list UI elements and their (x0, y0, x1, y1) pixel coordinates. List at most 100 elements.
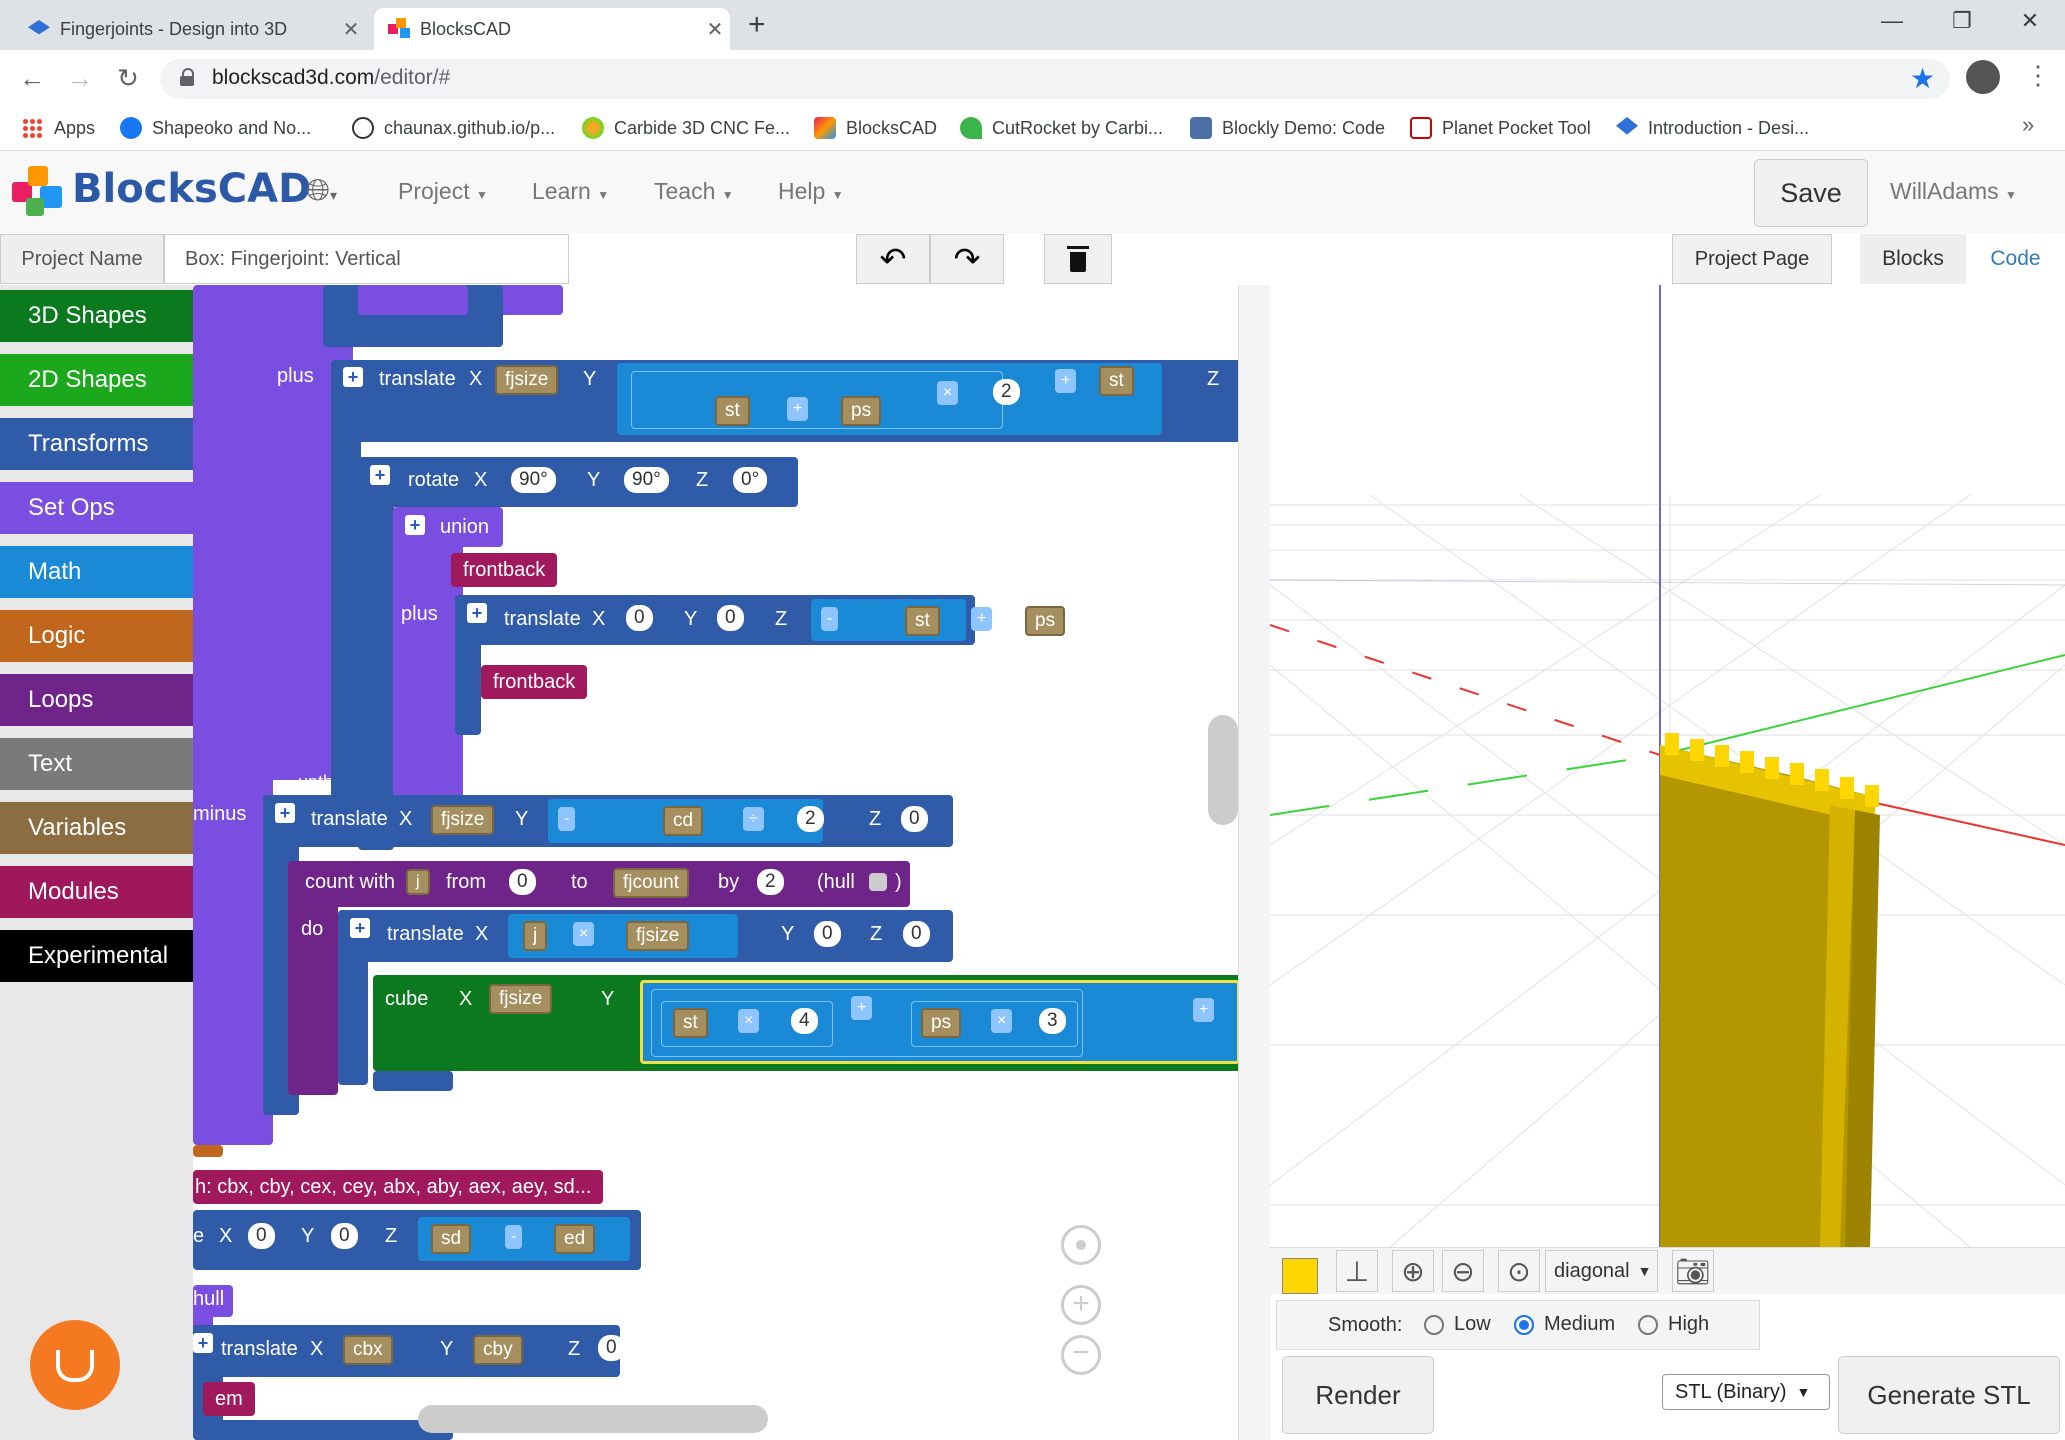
hull-checkbox[interactable] (869, 873, 887, 891)
expand-plus-icon[interactable]: + (350, 918, 370, 938)
operator-dropdown[interactable]: × (937, 381, 959, 405)
module-call-block[interactable]: em (203, 1382, 255, 1416)
number-field[interactable]: 90° (624, 467, 669, 493)
vertical-scrollbar[interactable] (1208, 715, 1238, 825)
variable-st[interactable]: st (715, 396, 750, 426)
bookmark-blockly[interactable]: Blockly Demo: Code (1190, 114, 1385, 142)
blockly-workspace[interactable]: plus upth + translate X fjsize Y st + ps… (193, 285, 1238, 1440)
variable-j[interactable]: j (406, 869, 430, 895)
browser-tab-fingerjoints[interactable]: Fingerjoints - Design into 3D ✕ (14, 8, 366, 50)
toolbox-category-modules[interactable]: Modules (0, 866, 193, 924)
variable-ed[interactable]: ed (554, 1224, 596, 1254)
avatar[interactable] (1966, 60, 2000, 94)
number-field[interactable]: 3 (1039, 1008, 1066, 1034)
toolbox-category-math[interactable]: Math (0, 546, 193, 604)
back-arrow-icon[interactable]: ← (12, 58, 52, 98)
operator-dropdown[interactable]: + (1055, 369, 1077, 393)
operator-dropdown[interactable]: + (971, 607, 993, 631)
tab-blocks[interactable]: Blocks (1860, 234, 1966, 284)
close-icon[interactable]: ✕ (700, 17, 730, 42)
url-text[interactable]: blockscad3d.com/editor/# (212, 66, 450, 90)
bookmark-chaunax[interactable]: chaunax.github.io/p... (352, 114, 555, 142)
toolbox-category-logic[interactable]: Logic (0, 610, 193, 668)
smooth-low-radio[interactable]: Low (1424, 1313, 1491, 1336)
operator-dropdown[interactable]: + (1193, 998, 1215, 1022)
variable-cd[interactable]: cd (663, 806, 704, 836)
toolbox-category-text[interactable]: Text (0, 738, 193, 796)
toolbox-category-transforms[interactable]: Transforms (0, 418, 193, 476)
recenter-icon[interactable] (1061, 1225, 1101, 1265)
render-button[interactable]: Render (1282, 1356, 1434, 1434)
bookmark-planet-pocket[interactable]: Planet Pocket Tool (1410, 114, 1591, 142)
number-field[interactable]: 0 (814, 921, 841, 947)
number-field[interactable]: 2 (993, 379, 1020, 405)
view-select[interactable]: diagonal ▼ (1545, 1250, 1658, 1292)
user-menu[interactable]: WillAdams ▼ (1890, 178, 2017, 205)
operator-dropdown[interactable]: + (851, 996, 873, 1020)
variable-j[interactable]: j (523, 921, 548, 951)
redo-icon[interactable]: ↷ (930, 234, 1004, 284)
menu-project[interactable]: Project ▼ (398, 178, 488, 205)
minimize-icon[interactable]: — (1862, 0, 1922, 42)
zoom-in-icon[interactable]: ⊕ (1392, 1250, 1434, 1292)
module-call-block[interactable]: h: cbx, cby, cex, cey, abx, aby, aex, ae… (193, 1170, 604, 1204)
color-swatch[interactable] (1282, 1258, 1318, 1294)
number-field[interactable]: 0 (509, 869, 536, 895)
operator-dropdown[interactable]: - (821, 607, 839, 631)
axes-toggle-icon[interactable]: ⊥ (1336, 1250, 1378, 1292)
variable-sd[interactable]: sd (431, 1224, 472, 1254)
toolbox-category-set-ops[interactable]: Set Ops (0, 482, 193, 540)
number-field[interactable]: 2 (757, 869, 784, 895)
variable-fjsize[interactable]: fjsize (489, 984, 553, 1014)
number-field[interactable]: 2 (797, 806, 824, 832)
number-field[interactable]: 0 (717, 605, 744, 631)
operator-dropdown[interactable]: × (991, 1009, 1013, 1033)
number-field[interactable]: 0 (331, 1223, 358, 1249)
module-call-frontback[interactable]: frontback (451, 553, 558, 587)
module-call-frontback[interactable]: frontback (481, 665, 588, 699)
expand-plus-icon[interactable]: + (405, 515, 425, 535)
expand-plus-icon[interactable]: + (467, 603, 487, 623)
bookmark-shapeoko[interactable]: Shapeoko and No... (120, 114, 311, 142)
variable-fjsize[interactable]: fjsize (495, 365, 559, 395)
toolbox-category-loops[interactable]: Loops (0, 674, 193, 732)
close-icon[interactable]: ✕ (336, 17, 366, 42)
save-button[interactable]: Save (1754, 159, 1868, 227)
menu-learn[interactable]: Learn ▼ (532, 178, 609, 205)
kebab-menu-icon[interactable]: ⋮ (2025, 60, 2051, 91)
variable-st[interactable]: st (905, 606, 940, 636)
operator-dropdown[interactable]: × (738, 1009, 760, 1033)
bookmark-introduction[interactable]: Introduction - Desi... (1616, 114, 1809, 142)
number-field[interactable]: 4 (791, 1008, 818, 1034)
expand-plus-icon[interactable]: + (193, 1333, 213, 1353)
variable-fjcount[interactable]: fjcount (613, 868, 689, 898)
horizontal-scrollbar[interactable] (418, 1405, 768, 1433)
trash-icon[interactable] (1044, 234, 1112, 284)
number-field[interactable]: 90° (511, 467, 556, 493)
undo-icon[interactable]: ↶ (856, 234, 930, 284)
variable-fjsize[interactable]: fjsize (626, 921, 690, 951)
number-field[interactable]: 0 (248, 1223, 275, 1249)
logo-text[interactable]: BlocksCAD (72, 166, 311, 212)
reset-view-icon[interactable]: ⊙ (1498, 1250, 1540, 1292)
project-page-button[interactable]: Project Page (1672, 234, 1832, 284)
pane-splitter[interactable] (1238, 285, 1271, 1440)
toolbox-category-2d-shapes[interactable]: 2D Shapes (0, 354, 193, 412)
variable-cbx[interactable]: cbx (343, 1335, 393, 1365)
export-format-select[interactable]: STL (Binary) ▼ (1662, 1374, 1830, 1410)
globe-language-icon[interactable]: 🌐︎▾ (306, 174, 337, 208)
operator-dropdown[interactable]: × (573, 922, 595, 946)
toolbox-category-3d-shapes[interactable]: 3D Shapes (0, 290, 193, 348)
generate-stl-button[interactable]: Generate STL (1838, 1356, 2060, 1434)
project-name-input[interactable]: Box: Fingerjoint: Vertical (164, 234, 569, 284)
star-bookmark-icon[interactable]: ★ (1910, 62, 1935, 95)
toolbox-category-variables[interactable]: Variables (0, 802, 193, 860)
reload-icon[interactable]: ↻ (108, 58, 148, 98)
number-field[interactable]: 0° (733, 467, 768, 493)
bookmark-cutrocket[interactable]: CutRocket by Carbi... (960, 114, 1163, 142)
variable-cby[interactable]: cby (473, 1335, 523, 1365)
number-field[interactable]: 0 (903, 921, 930, 947)
chat-launcher-button[interactable] (30, 1320, 120, 1410)
difference-block[interactable] (193, 285, 273, 1145)
expand-plus-icon[interactable]: + (275, 803, 295, 823)
